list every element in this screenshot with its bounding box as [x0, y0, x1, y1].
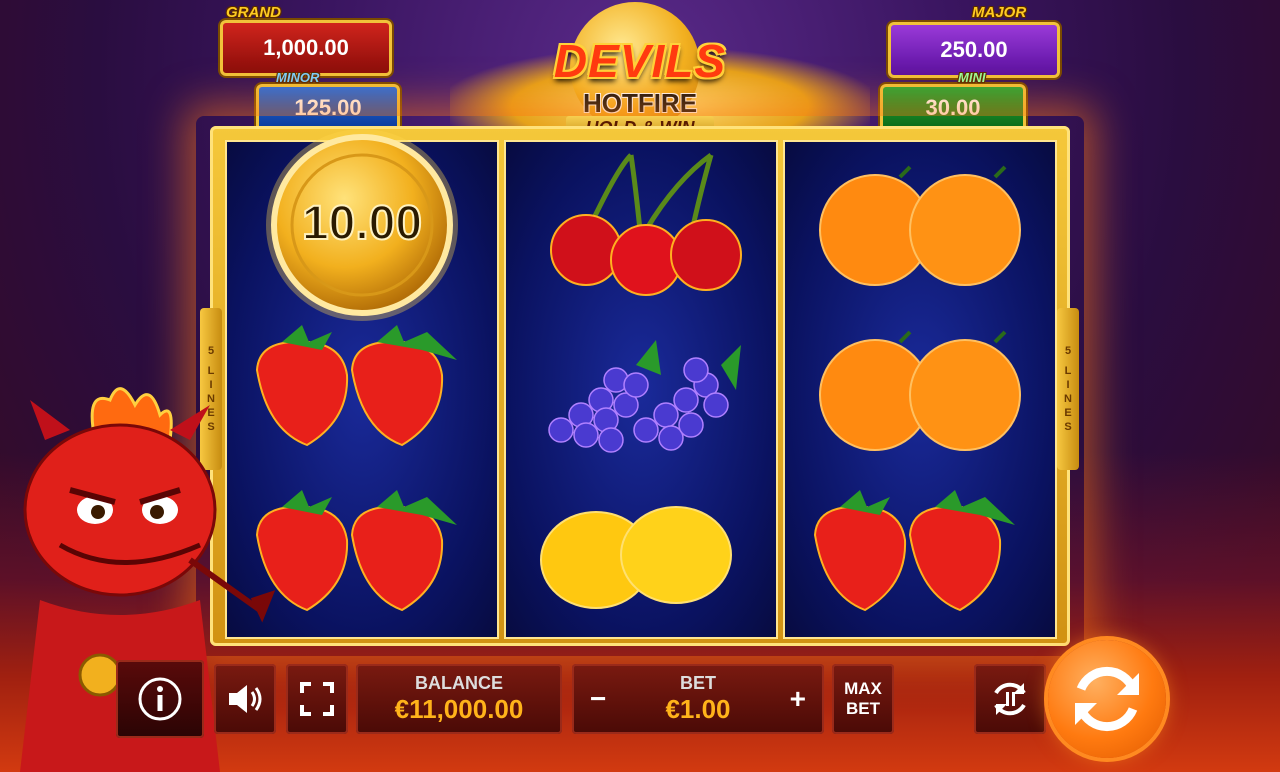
balance-label: BALANCE [415, 673, 503, 693]
lines-count: 5 [1064, 345, 1072, 357]
spin-button[interactable] [1048, 640, 1166, 758]
grand-jackpot-value: 1,000.00 [263, 35, 349, 60]
mini-jackpot-label: MINI [958, 70, 986, 85]
coin-symbol: 10.00 [227, 128, 497, 321]
info-button[interactable] [116, 660, 204, 738]
orange-symbol [785, 142, 1055, 307]
cherry-symbol [506, 142, 776, 307]
bet-value: €1.00 [665, 694, 731, 724]
coin-value: 10.00 [302, 197, 422, 250]
reel-2 [504, 140, 778, 639]
balance-display: BALANCE €11,000.00 [356, 664, 562, 734]
major-jackpot-value: 250.00 [940, 37, 1008, 62]
reel-3 [783, 140, 1057, 639]
autoplay-button[interactable] [974, 664, 1046, 734]
fullscreen-icon [300, 682, 334, 716]
sound-button[interactable] [214, 664, 276, 734]
bet-display: BET €1.00 [665, 673, 730, 725]
lemon-symbol [506, 472, 776, 637]
fullscreen-button[interactable] [286, 664, 348, 734]
major-jackpot-label: MAJOR [972, 4, 1027, 21]
grand-jackpot-label: GRAND [226, 4, 281, 21]
bet-label: BET [679, 673, 716, 693]
strawberry-symbol [785, 472, 1055, 637]
bet-increase-button[interactable]: + [782, 683, 814, 715]
max-bet-label-line1: MAX [844, 679, 882, 698]
max-bet-button[interactable]: MAX BET [832, 664, 894, 734]
autoplay-icon [994, 682, 1026, 716]
grand-jackpot: 1,000.00 [220, 20, 392, 76]
info-icon [138, 677, 182, 721]
balance-value: €11,000.00 [394, 694, 524, 724]
spin-icon [1075, 666, 1139, 732]
speaker-icon [229, 685, 262, 713]
logo-devils-text: DEVILS [553, 35, 727, 87]
bet-control: − BET €1.00 + [572, 664, 824, 734]
max-bet-label-line2: BET [846, 699, 880, 718]
grape-symbol [506, 307, 776, 472]
minor-jackpot-label: MINOR [276, 70, 320, 85]
lines-count: 5 [207, 345, 215, 357]
logo-hotfire-text: HOTFIRE [582, 88, 698, 118]
bet-decrease-button[interactable]: − [582, 683, 614, 715]
lines-indicator-right: 5 LINES [1057, 308, 1079, 470]
orange-symbol [785, 307, 1055, 472]
